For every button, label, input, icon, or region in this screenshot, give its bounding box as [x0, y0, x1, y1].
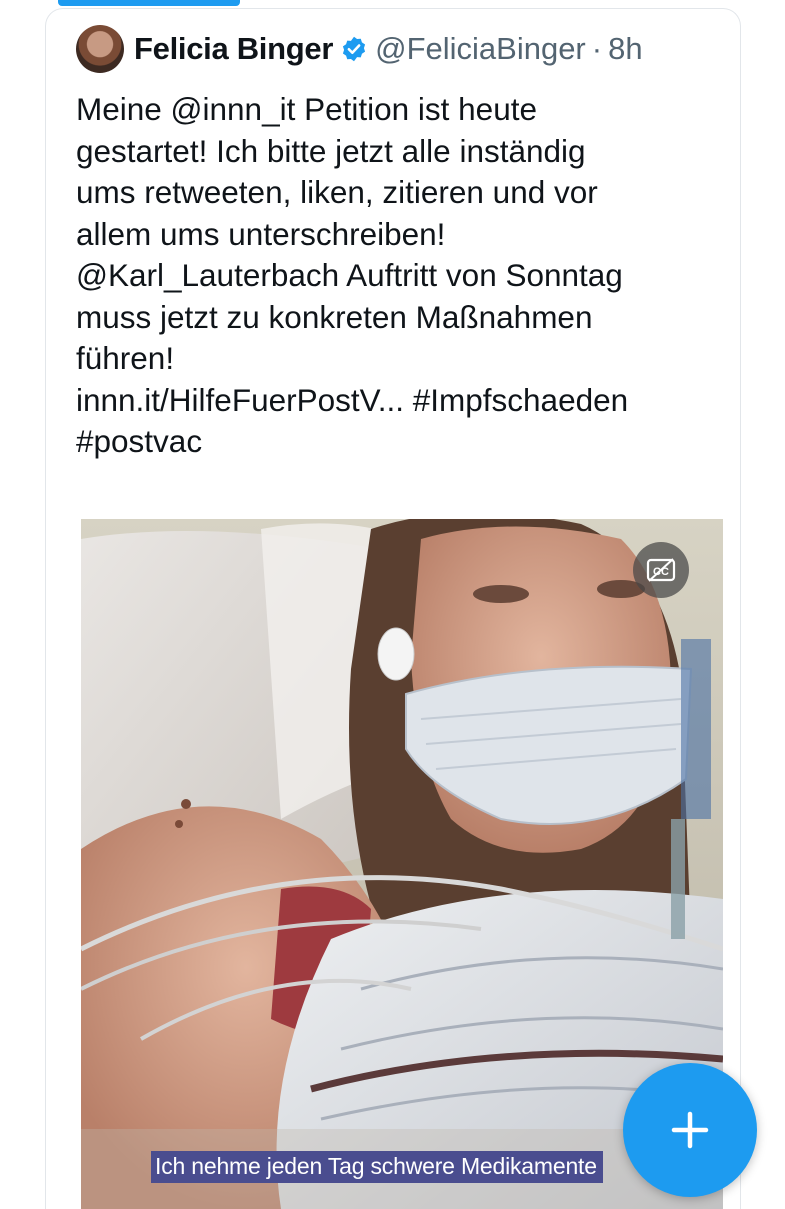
tweet-text-line: @Karl_Lauterbach Auftritt von Sonntag	[76, 257, 623, 293]
tweet-text-line: muss jetzt zu konkreten Maßnahmen	[76, 298, 593, 335]
author-handle[interactable]: @FeliciaBinger	[375, 31, 586, 67]
compose-button[interactable]	[623, 1063, 757, 1197]
tweet-text-line: innn.it/HilfeFuerPostV... #Impfschaeden	[76, 381, 629, 418]
meta-separator: ·	[591, 31, 603, 66]
tweet-text-line: allem ums unterschreiben!	[76, 215, 446, 252]
tweet-text-line: Meine @innn_it Petition ist heute	[76, 91, 537, 127]
tweet-timestamp[interactable]: 8h	[608, 31, 642, 67]
tweet-text: Meine @innn_it Petition ist heute gestar…	[76, 89, 736, 463]
tweet-header: Felicia Binger @FeliciaBinger · 8h	[76, 25, 643, 73]
author-name[interactable]: Felicia Binger	[134, 31, 333, 67]
closed-captions-icon[interactable]: CC	[633, 542, 689, 598]
tweet-text-line: führen!	[76, 340, 175, 376]
tweet-text-line: #postvac	[76, 423, 203, 459]
tweet-text-line: ums retweeten, liken, zitieren und vor	[76, 174, 598, 210]
tweet-card[interactable]: Felicia Binger @FeliciaBinger · 8h Meine…	[45, 8, 741, 1209]
tab-indicator	[58, 0, 240, 6]
verified-badge-icon	[343, 36, 366, 62]
plus-icon	[671, 1111, 709, 1149]
tweet-text-line: gestartet! Ich bitte jetzt alle inständi…	[76, 132, 586, 169]
avatar[interactable]	[76, 25, 124, 73]
video-subtitle: Ich nehme jeden Tag schwere Medikamente	[151, 1151, 603, 1183]
